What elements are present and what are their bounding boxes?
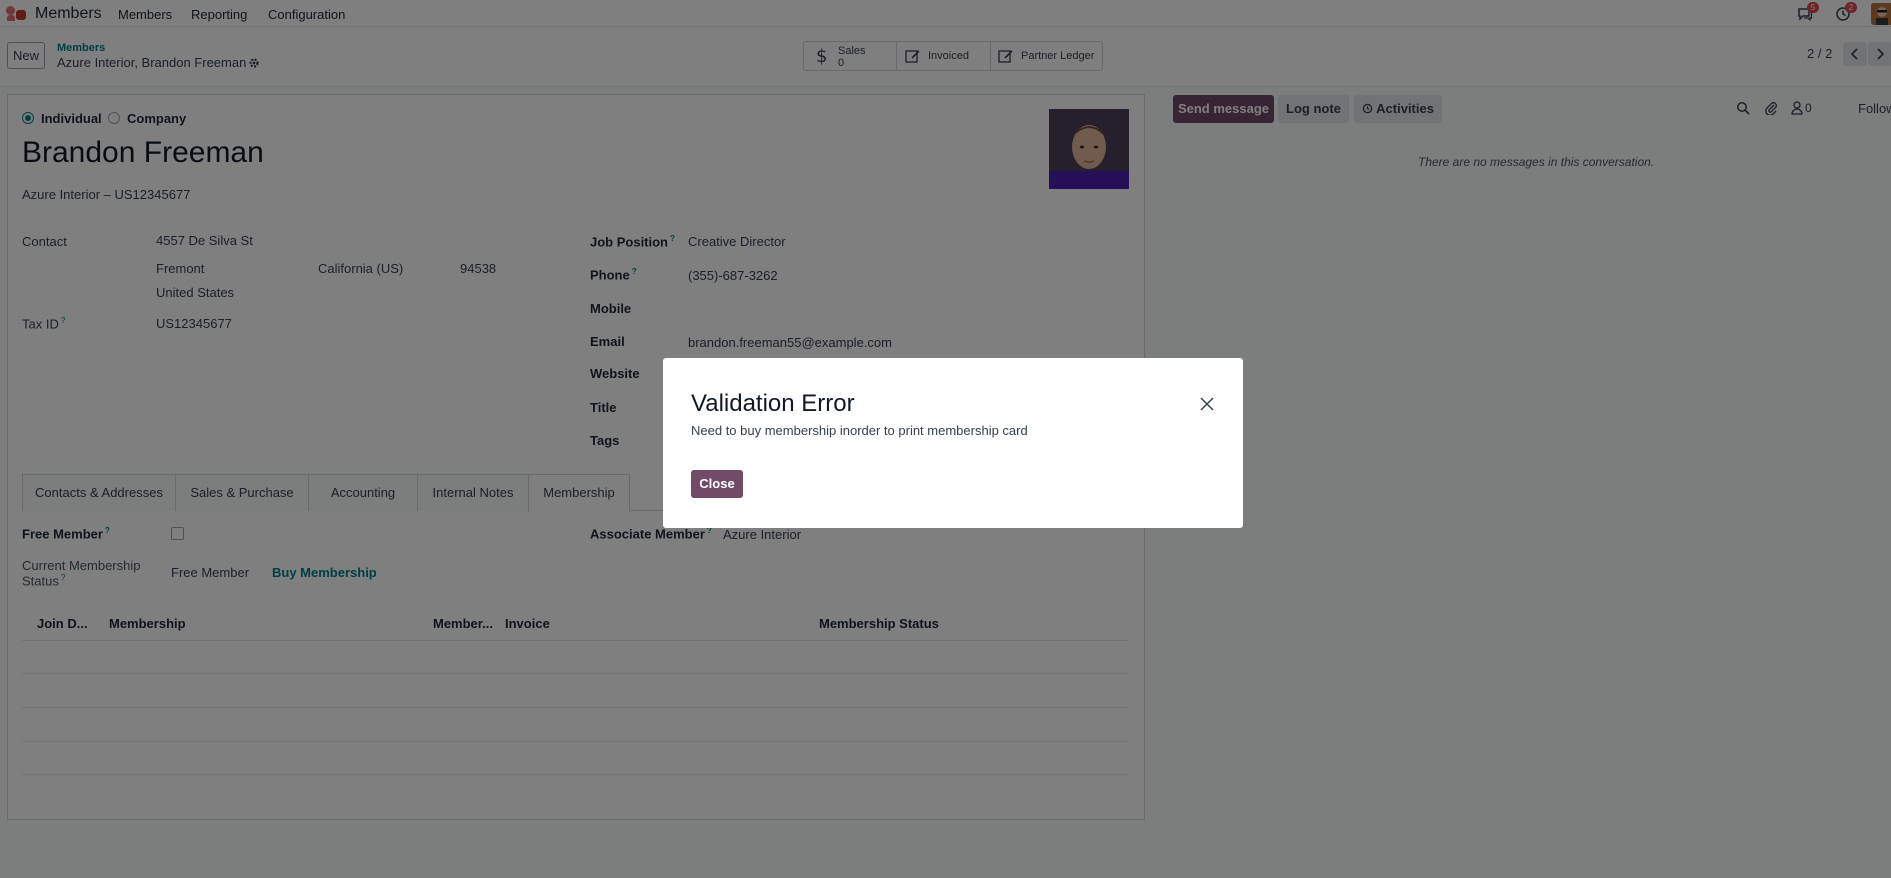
close-button[interactable]: Close [691, 470, 743, 498]
close-icon[interactable] [1199, 396, 1215, 412]
modal-title: Validation Error [691, 390, 855, 417]
modal-message: Need to buy membership inorder to print … [691, 423, 1028, 438]
validation-error-dialog: Validation Error Need to buy membership … [663, 358, 1243, 528]
